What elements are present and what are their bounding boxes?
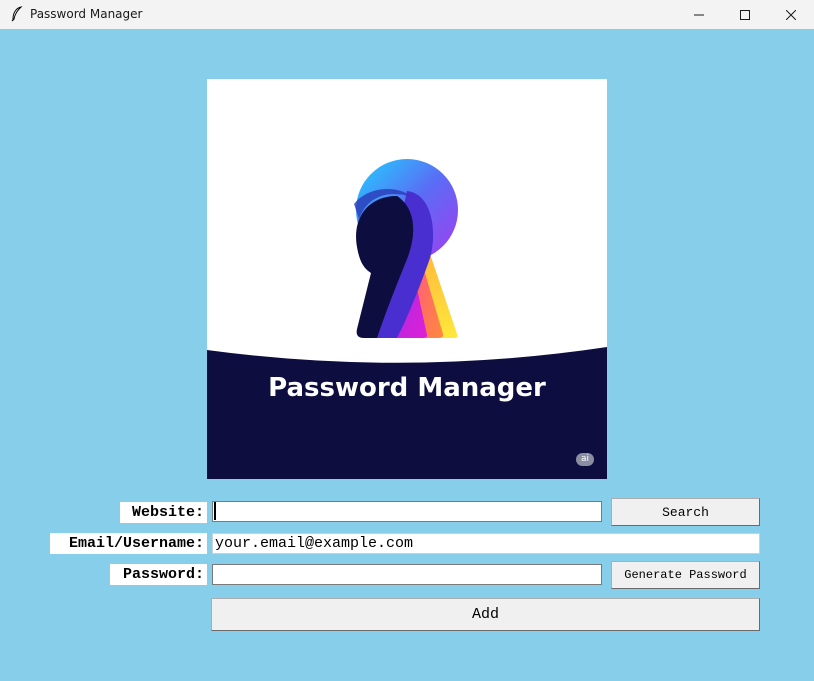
app-logo: Password Manager ai xyxy=(207,79,607,479)
search-button[interactable]: Search xyxy=(611,498,760,526)
app-window: Password Manager Password Manager ai Web… xyxy=(0,0,814,681)
generate-password-button[interactable]: Generate Password xyxy=(611,561,760,589)
password-input[interactable] xyxy=(212,564,602,585)
keyhole-logo-graphic xyxy=(207,159,607,479)
email-username-input[interactable] xyxy=(212,533,760,554)
title-bar[interactable]: Password Manager xyxy=(0,0,814,29)
close-button[interactable] xyxy=(768,0,814,29)
close-icon xyxy=(786,9,796,20)
maximize-icon xyxy=(740,9,750,20)
window-title: Password Manager xyxy=(30,7,143,21)
minimize-icon xyxy=(694,14,704,15)
feather-icon xyxy=(11,6,23,22)
text-cursor xyxy=(214,502,216,520)
maximize-button[interactable] xyxy=(722,0,768,29)
email-username-label: Email/Username: xyxy=(50,533,207,554)
minimize-button[interactable] xyxy=(676,0,722,29)
logo-title: Password Manager xyxy=(268,373,546,403)
password-label: Password: xyxy=(110,564,207,585)
website-input[interactable] xyxy=(212,501,602,522)
website-label: Website: xyxy=(120,502,207,523)
ai-badge: ai xyxy=(576,453,594,466)
add-button[interactable]: Add xyxy=(211,598,760,631)
